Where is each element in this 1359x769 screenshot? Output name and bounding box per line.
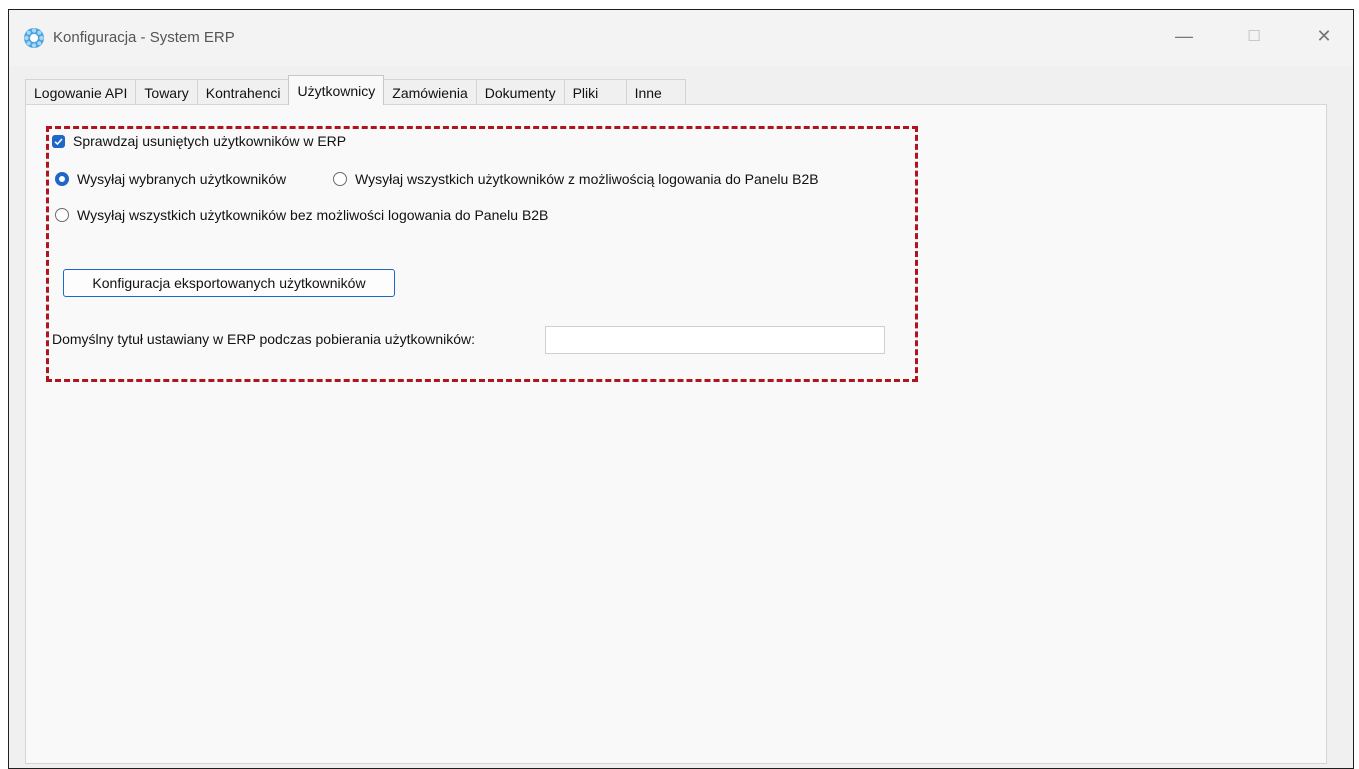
close-icon: ✕	[1316, 25, 1332, 46]
app-icon	[24, 28, 44, 48]
default-title-label: Domyślny tytuł ustawiany w ERP podczas p…	[52, 331, 476, 347]
radio-all-login-label: Wysyłaj wszystkich użytkowników z możliw…	[355, 171, 819, 187]
tab-logowanie-api[interactable]: Logowanie API	[25, 79, 137, 105]
radio-all-login-row[interactable]: Wysyłaj wszystkich użytkowników z możliw…	[333, 171, 819, 187]
radio-all-nologin-label: Wysyłaj wszystkich użytkowników bez możl…	[77, 207, 549, 223]
tab-kontrahenci[interactable]: Kontrahenci	[196, 79, 290, 105]
minimize-button[interactable]: —	[1161, 16, 1207, 56]
config-window: Konfiguracja - System ERP — ☐ ✕ Logowani…	[8, 9, 1354, 769]
tab-inne[interactable]: Inne	[625, 79, 686, 105]
tab-panel-uzytkownicy: Sprawdzaj usuniętych użytkowników w ERP …	[25, 104, 1327, 764]
default-title-field[interactable]	[545, 326, 885, 354]
radio-selected-users[interactable]	[55, 172, 69, 186]
close-button[interactable]: ✕	[1301, 16, 1347, 56]
check-deleted-label: Sprawdzaj usuniętych użytkowników w ERP	[73, 133, 347, 149]
radio-all-users-login[interactable]	[333, 172, 347, 186]
radio-selected-label: Wysyłaj wybranych użytkowników	[77, 171, 287, 187]
tab-strip: Logowanie API Towary Kontrahenci Użytkow…	[25, 75, 686, 105]
maximize-icon: ☐	[1247, 28, 1261, 45]
tab-towary[interactable]: Towary	[135, 79, 198, 105]
checkmark-icon	[54, 137, 63, 145]
tab-uzytkownicy[interactable]: Użytkownicy	[288, 75, 385, 105]
radio-all-nologin-row[interactable]: Wysyłaj wszystkich użytkowników bez możl…	[55, 207, 548, 223]
tab-dokumenty[interactable]: Dokumenty	[475, 79, 565, 105]
title-bar: Konfiguracja - System ERP — ☐ ✕	[9, 10, 1353, 66]
minimize-icon: —	[1175, 25, 1193, 46]
check-deleted-checkbox[interactable]	[52, 134, 65, 148]
window-title: Konfiguracja - System ERP	[53, 29, 235, 46]
tab-zamowienia[interactable]: Zamówienia	[383, 79, 477, 105]
config-export-users-button[interactable]: Konfiguracja eksportowanych użytkowników	[63, 269, 395, 297]
radio-selected-row[interactable]: Wysyłaj wybranych użytkowników	[55, 171, 286, 187]
tab-pliki[interactable]: Pliki	[563, 79, 627, 105]
radio-all-users-nologin[interactable]	[55, 208, 69, 222]
maximize-button[interactable]: ☐	[1231, 16, 1277, 56]
check-deleted-row[interactable]: Sprawdzaj usuniętych użytkowników w ERP	[52, 133, 346, 149]
